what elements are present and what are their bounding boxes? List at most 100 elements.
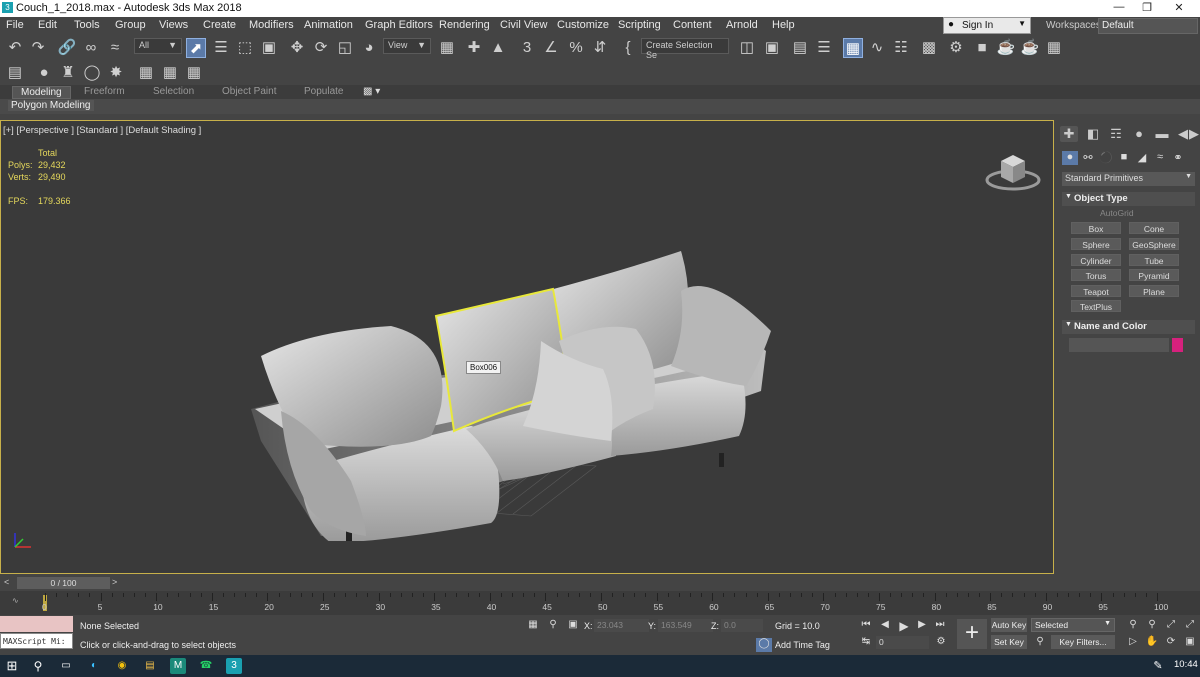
rendered-frame-icon[interactable]: ■	[972, 38, 992, 58]
menu-tools[interactable]: Tools	[74, 19, 100, 31]
absolute-mode-icon[interactable]: ▣	[565, 619, 581, 633]
box-button[interactable]: Box	[1071, 222, 1121, 234]
menu-help[interactable]: Help	[772, 19, 795, 31]
spacewarps-icon[interactable]: ≈	[1152, 151, 1168, 165]
menu-civil-view[interactable]: Civil View	[500, 19, 547, 31]
tab-object-paint[interactable]: Object Paint	[222, 86, 276, 97]
menu-customize[interactable]: Customize	[557, 19, 609, 31]
menu-file[interactable]: File	[6, 19, 24, 31]
isolate-icon[interactable]: ▦	[525, 619, 541, 633]
3dsmax-taskbar-icon[interactable]: 3	[226, 658, 242, 674]
hierarchy-tab-icon[interactable]: ☶	[1107, 126, 1125, 142]
modify-tab-icon[interactable]: ◧	[1084, 126, 1102, 142]
curve-editor-mini-icon[interactable]: ∿	[12, 596, 19, 605]
pyramid-button[interactable]: Pyramid	[1129, 269, 1179, 281]
workspace-select[interactable]: Default	[1098, 18, 1198, 34]
polygon-modeling-panel[interactable]: Polygon Modeling	[8, 100, 94, 111]
task-view-icon[interactable]: ▭	[58, 658, 74, 674]
render-production-icon[interactable]: ☕	[996, 38, 1016, 58]
window-crossing-icon[interactable]: ▣	[259, 38, 279, 58]
cameras-icon[interactable]: ■	[1116, 151, 1132, 165]
ref-coord-select[interactable]: View ▼	[383, 38, 431, 54]
cone-button[interactable]: Cone	[1129, 222, 1179, 234]
sign-in-dropdown[interactable]: ● Sign In ▼	[943, 17, 1031, 34]
add-time-tag[interactable]: Add Time Tag	[775, 640, 830, 650]
autogrid-checkbox[interactable]: AutoGrid	[1100, 208, 1134, 218]
menu-group[interactable]: Group	[115, 19, 146, 31]
maxscript-mini-input[interactable]: MAXScript Mi:	[0, 633, 73, 649]
name-color-rollout[interactable]: ▼ Name and Color	[1062, 320, 1195, 334]
maxscript-listener[interactable]	[0, 616, 73, 632]
time-config-icon[interactable]: ⚙	[933, 636, 949, 650]
undo-icon[interactable]: ↶	[5, 38, 25, 58]
x-coordinate-field[interactable]: 23.043	[594, 619, 649, 632]
render-region-icon[interactable]: ▦	[136, 63, 156, 83]
viewcube-icon[interactable]	[983, 143, 1043, 193]
schematic-view-icon[interactable]: ☷	[891, 38, 911, 58]
menu-content[interactable]: Content	[673, 19, 712, 31]
track-bar[interactable]: ∿ 0 5 10 15 20 25 30 35 40 45 50 55 60 65 70 75 80 85 90 95…	[0, 591, 1200, 615]
time-slider[interactable]: 0 / 100	[17, 577, 110, 589]
menu-views[interactable]: Views	[159, 19, 188, 31]
zoom-all-icon[interactable]: ⚲	[1144, 619, 1160, 633]
unlink-icon[interactable]: ∞	[81, 38, 101, 58]
object-type-rollout[interactable]: ▼ Object Type	[1062, 192, 1195, 206]
rotate-icon[interactable]: ⟳	[311, 38, 331, 58]
cylinder-button[interactable]: Cylinder	[1071, 254, 1121, 266]
plane-button[interactable]: Plane	[1129, 285, 1179, 297]
zoom-icon[interactable]: ⚲	[1125, 619, 1141, 633]
link-icon[interactable]: 🔗	[57, 38, 77, 58]
y-coordinate-field[interactable]: 163.549	[658, 619, 713, 632]
maximize-icon[interactable]: ❐	[1132, 1, 1162, 14]
windows-start-icon[interactable]: ⊞	[4, 658, 20, 674]
menu-animation[interactable]: Animation	[304, 19, 353, 31]
current-frame-field[interactable]: 0	[876, 636, 929, 649]
goto-start-icon[interactable]: ⏮	[858, 619, 874, 633]
menu-modifiers[interactable]: Modifiers	[249, 19, 294, 31]
set-key-button[interactable]: Set Key	[991, 635, 1027, 649]
ribbon-toggle-icon[interactable]: ▦	[843, 38, 863, 58]
whatsapp-icon[interactable]: ☎	[198, 658, 214, 674]
helpers-icon[interactable]: ◢	[1134, 151, 1150, 165]
tab-modeling[interactable]: Modeling	[12, 86, 71, 99]
primitive-type-select[interactable]: Standard Primitives ▼	[1062, 172, 1195, 186]
percent-snap-icon[interactable]: %	[566, 38, 586, 58]
geometry-icon[interactable]: ●	[1062, 151, 1078, 165]
key-filters-icon[interactable]: ⚲	[1032, 636, 1048, 650]
tab-freeform[interactable]: Freeform	[84, 86, 125, 97]
mirror-icon[interactable]: ◫	[737, 38, 757, 58]
fov-icon[interactable]: ▷	[1125, 636, 1141, 650]
app-icon-m[interactable]: M	[170, 658, 186, 674]
play-icon[interactable]: ▶	[896, 619, 912, 633]
rect-selection-icon[interactable]: ⬚	[235, 38, 255, 58]
capsule-icon[interactable]: ◯	[82, 63, 102, 83]
time-prev-icon[interactable]: <	[4, 577, 9, 587]
select-by-name-icon[interactable]: ☰	[211, 38, 231, 58]
sphere-icon[interactable]: ●	[34, 63, 54, 83]
pan-icon[interactable]: ✋	[1144, 636, 1160, 650]
render-setup-icon[interactable]: ⚙	[946, 38, 966, 58]
lights-icon[interactable]: ⚫	[1098, 151, 1114, 165]
scale-icon[interactable]: ◱	[335, 38, 355, 58]
menu-scripting[interactable]: Scripting	[618, 19, 661, 31]
a360-render-icon[interactable]: ▦	[1044, 38, 1064, 58]
placement-icon[interactable]: ◕	[359, 38, 379, 58]
named-selection-set-select[interactable]: Create Selection Se	[641, 38, 729, 60]
pivot-center-icon[interactable]: ▦	[437, 38, 457, 58]
set-key-icon[interactable]: +	[957, 619, 987, 649]
torus-button[interactable]: Torus	[1071, 269, 1121, 281]
layer-explorer-icon[interactable]: ☰	[814, 38, 834, 58]
menu-edit[interactable]: Edit	[38, 19, 57, 31]
effects-icon[interactable]: ✸	[106, 63, 126, 83]
key-filters-button[interactable]: Key Filters...	[1051, 635, 1115, 649]
time-next-icon[interactable]: >	[112, 577, 117, 587]
sphere-button[interactable]: Sphere	[1071, 238, 1121, 250]
close-icon[interactable]: ✕	[1164, 1, 1194, 14]
motion-tab-icon[interactable]: ●	[1130, 126, 1148, 142]
tube-button[interactable]: Tube	[1129, 254, 1179, 266]
spinner-snap-icon[interactable]: ⇵	[590, 38, 610, 58]
render-blowup-icon[interactable]: ▦	[160, 63, 180, 83]
curve-editor-icon[interactable]: ∿	[867, 38, 887, 58]
viewport-label[interactable]: [+] [Perspective ] [Standard ] [Default …	[3, 125, 201, 136]
menu-rendering[interactable]: Rendering	[439, 19, 490, 31]
